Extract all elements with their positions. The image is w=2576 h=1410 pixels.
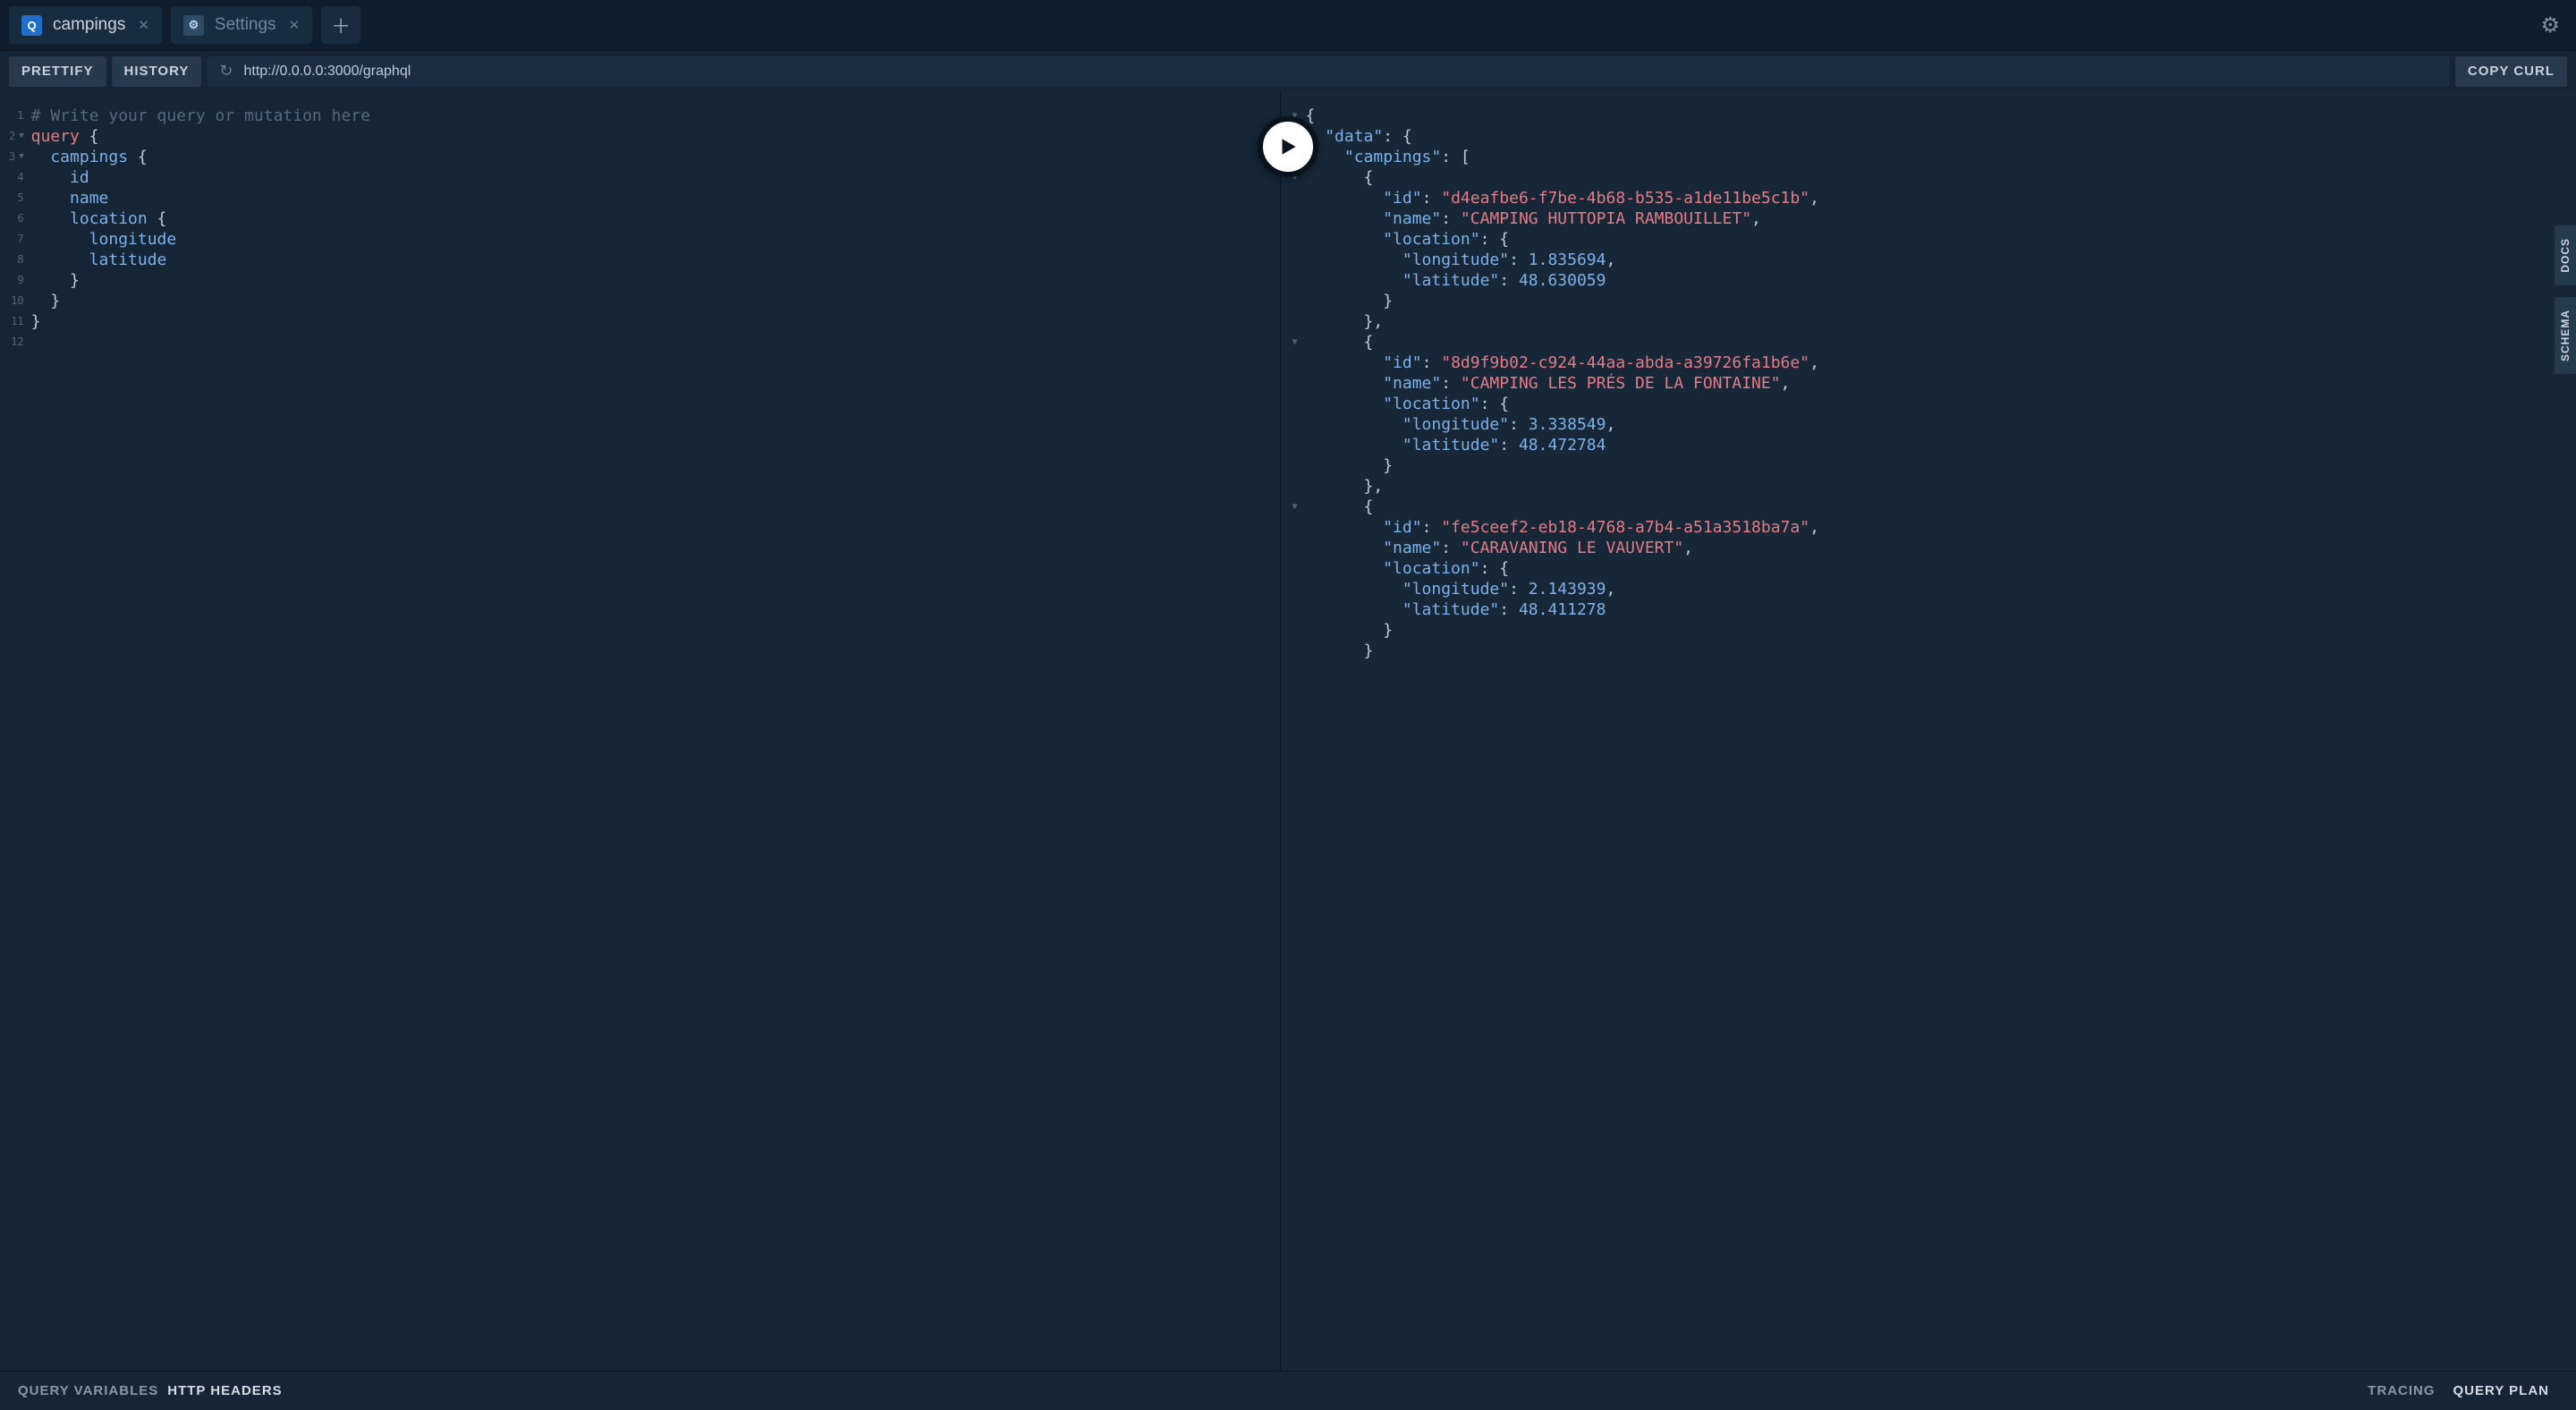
tab-label: Settings: [215, 15, 276, 35]
reload-icon[interactable]: ↻: [219, 62, 233, 81]
play-icon: [1276, 135, 1300, 158]
schema-tab[interactable]: SCHEMA: [2555, 297, 2576, 374]
gear-icon: ⚙: [183, 15, 204, 36]
editor-code[interactable]: # Write your query or mutation herequery…: [31, 106, 370, 1356]
result-gutter: ▼▼▼▼▼▼: [1286, 106, 1304, 661]
copy-curl-button[interactable]: COPY CURL: [2455, 56, 2567, 87]
endpoint-url-input[interactable]: [243, 64, 2436, 80]
footer-bar: QUERY VARIABLES HTTP HEADERS TRACING QUE…: [0, 1371, 2576, 1410]
tab-bar: Q campings ✕ ⚙ Settings ✕ ＋ ⚙: [0, 0, 2576, 51]
http-headers-tab[interactable]: HTTP HEADERS: [167, 1383, 282, 1398]
prettify-button[interactable]: PRETTIFY: [9, 56, 106, 87]
docs-tab[interactable]: DOCS: [2555, 225, 2576, 285]
settings-gear-icon[interactable]: ⚙: [2533, 13, 2567, 38]
tracing-tab[interactable]: TRACING: [2368, 1383, 2435, 1398]
side-tabs: DOCS SCHEMA: [2555, 225, 2576, 374]
result-json: { "data": { "campings": [ { "id": "d4eaf…: [1306, 106, 2576, 661]
history-button[interactable]: HISTORY: [112, 56, 202, 87]
query-badge-icon: Q: [21, 15, 42, 36]
query-variables-tab[interactable]: QUERY VARIABLES: [18, 1383, 158, 1398]
tab-query-campings[interactable]: Q campings ✕: [9, 6, 162, 44]
main-split: 12▼3▼456789101112 # Write your query or …: [0, 91, 2576, 1371]
close-icon[interactable]: ✕: [289, 17, 301, 33]
url-input-container: ↻: [207, 56, 2450, 87]
new-tab-button[interactable]: ＋: [321, 6, 360, 44]
tab-settings[interactable]: ⚙ Settings ✕: [171, 6, 312, 44]
result-panel[interactable]: ▼▼▼▼▼▼ { "data": { "campings": [ { "id":…: [1281, 91, 2576, 1371]
editor-gutter: 12▼3▼456789101112: [9, 106, 31, 1356]
close-icon[interactable]: ✕: [138, 17, 149, 33]
tab-label: campings: [53, 15, 125, 35]
query-editor[interactable]: 12▼3▼456789101112 # Write your query or …: [0, 91, 1281, 1371]
toolbar: PRETTIFY HISTORY ↻ COPY CURL: [0, 51, 2576, 91]
execute-button[interactable]: [1258, 116, 1318, 177]
query-plan-tab[interactable]: QUERY PLAN: [2453, 1383, 2549, 1398]
